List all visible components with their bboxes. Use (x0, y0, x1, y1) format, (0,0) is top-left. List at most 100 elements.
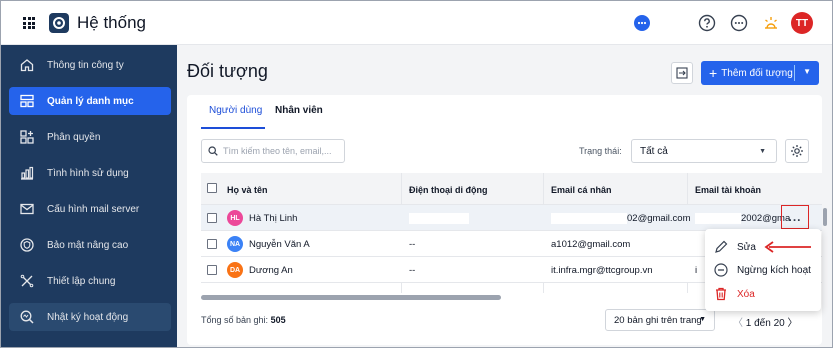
user-name: Hà Thị Linh (249, 213, 298, 224)
edit-pencil-icon (713, 239, 729, 255)
table-header: Họ và tên Điện thoại di động Email cá nh… (201, 173, 822, 205)
plus-icon: + (709, 65, 718, 81)
sidebar-item-general-settings[interactable]: Thiết lập chung (9, 267, 171, 295)
row-actions-button[interactable]: ... (781, 205, 809, 229)
sidebar-item-label: Bảo mật nâng cao (47, 239, 129, 251)
apps-grid-icon[interactable] (23, 17, 35, 29)
table-row[interactable]: HL Hà Thị Linh 02@gmail.com 2002@gma ... (201, 205, 822, 231)
menu-item-edit[interactable]: Sửa (713, 237, 756, 257)
chevron-down-icon: ▼ (699, 316, 706, 323)
sidebar-item-label: Nhật ký hoạt động (47, 311, 129, 323)
help-icon[interactable] (698, 14, 716, 32)
sidebar-item-mail-server[interactable]: Cấu hình mail server (9, 195, 171, 223)
mail-config-icon (19, 201, 35, 217)
sidebar-item-company-info[interactable]: Thông tin công ty (9, 51, 171, 79)
user-email: 02@gmail.com (551, 213, 691, 224)
row-checkbox[interactable] (207, 265, 217, 275)
sidebar-item-activity-log[interactable]: Nhật ký hoạt động (9, 303, 171, 331)
chart-icon (19, 165, 35, 181)
catalog-icon (19, 93, 35, 109)
status-filter-label: Trạng thái: (579, 146, 622, 156)
tab-users[interactable]: Người dùng (209, 105, 262, 116)
menu-item-label: Xóa (737, 288, 755, 300)
user-name: Nguyễn Văn A (249, 239, 310, 250)
chevron-down-icon[interactable]: ▼ (803, 67, 811, 76)
sidebar-item-label: Cấu hình mail server (47, 203, 140, 215)
permission-icon (19, 129, 35, 145)
active-tab-indicator (201, 127, 265, 129)
red-arrow-icon (764, 241, 811, 253)
column-header-account-email[interactable]: Email tài khoản (695, 185, 761, 195)
user-phone: -- (409, 265, 416, 276)
status-filter-select[interactable]: Tất cả ▼ (631, 139, 777, 163)
select-all-checkbox[interactable] (207, 183, 217, 193)
top-bar: Hệ thống TT (1, 1, 832, 45)
home-icon (19, 57, 35, 73)
button-divider (794, 65, 795, 81)
column-header-email[interactable]: Email cá nhân (551, 185, 612, 195)
user-phone: -- (409, 239, 416, 250)
sun-notification-icon[interactable] (762, 14, 780, 32)
gear-icon (791, 145, 803, 157)
more-circle-icon[interactable] (730, 14, 748, 32)
user-phone (409, 213, 469, 224)
export-button[interactable] (671, 62, 693, 84)
deactivate-icon (713, 262, 729, 278)
sidebar-item-permissions[interactable]: Phân quyền (9, 123, 171, 151)
activity-log-icon (19, 309, 35, 325)
avatar: NA (227, 236, 243, 252)
status-filter-value: Tất cả (640, 145, 668, 157)
sidebar-item-label: Tình hình sử dụng (47, 167, 129, 179)
next-page-icon[interactable]: 〉 (788, 318, 798, 329)
sidebar-item-security[interactable]: Bảo mật nâng cao (9, 231, 171, 259)
shield-icon (19, 237, 35, 253)
sidebar: Thông tin công ty Quản lý danh mục Phân … (1, 45, 177, 347)
search-icon (208, 146, 218, 156)
app-logo-icon (49, 13, 69, 33)
sidebar-item-label: Thiết lập chung (47, 275, 116, 287)
menu-item-deactivate[interactable]: Ngừng kích hoạt (713, 260, 811, 280)
search-input[interactable]: Tìm kiếm theo tên, email,... (201, 139, 345, 163)
chevron-down-icon: ▼ (759, 148, 766, 155)
user-account-email: i (695, 265, 698, 276)
page-size-value: 20 bản ghi trên trang (614, 314, 702, 326)
menu-item-delete[interactable]: Xóa (713, 284, 755, 304)
total-records-value: 505 (270, 315, 286, 325)
tab-employees[interactable]: Nhân viên (275, 105, 323, 116)
search-placeholder: Tìm kiếm theo tên, email,... (223, 146, 332, 156)
user-name: Dương An (249, 265, 293, 276)
previous-page-icon[interactable]: 〈 (733, 318, 743, 329)
horizontal-scrollbar[interactable] (201, 295, 501, 300)
table-settings-button[interactable] (785, 139, 809, 163)
menu-item-label: Ngừng kích hoạt (737, 264, 811, 276)
total-records: Tổng số bản ghi: 505 (201, 315, 286, 325)
page-size-select[interactable]: 20 bản ghi trên trang ▼ (605, 309, 715, 331)
sidebar-item-usage[interactable]: Tình hình sử dụng (9, 159, 171, 187)
chat-bubble-icon[interactable] (633, 14, 651, 32)
row-checkbox[interactable] (207, 213, 217, 223)
app-title: Hệ thống (77, 13, 146, 32)
vertical-scrollbar[interactable] (823, 208, 827, 226)
user-avatar[interactable]: TT (791, 12, 813, 34)
menu-item-label: Sửa (737, 241, 756, 253)
page-range: 1 đến 20 (745, 318, 785, 329)
user-email: a1012@gmail.com (551, 239, 631, 250)
export-icon (676, 67, 688, 79)
add-object-button[interactable]: + Thêm đối tượng ▼ (701, 61, 819, 85)
user-account-email: 2002@gma (695, 213, 790, 224)
row-checkbox[interactable] (207, 239, 217, 249)
user-email: it.infra.mgr@ttcgroup.vn (551, 265, 653, 276)
pagination: 〈 1 đến 20 〉 (733, 314, 798, 329)
trash-icon (713, 286, 729, 302)
column-header-phone[interactable]: Điện thoại di động (409, 185, 488, 195)
add-object-label: Thêm đối tượng (721, 67, 793, 79)
column-header-name[interactable]: Họ và tên (227, 185, 268, 195)
avatar: HL (227, 210, 243, 226)
app-window: Hệ thống TT Thông tin công ty Quản lý da… (0, 0, 833, 348)
sidebar-item-catalog[interactable]: Quản lý danh mục (9, 87, 171, 115)
avatar: DA (227, 262, 243, 278)
sidebar-item-label: Phân quyền (47, 131, 101, 143)
tools-icon (19, 273, 35, 289)
sidebar-item-label: Thông tin công ty (47, 59, 124, 71)
page-title: Đối tượng (187, 61, 268, 81)
